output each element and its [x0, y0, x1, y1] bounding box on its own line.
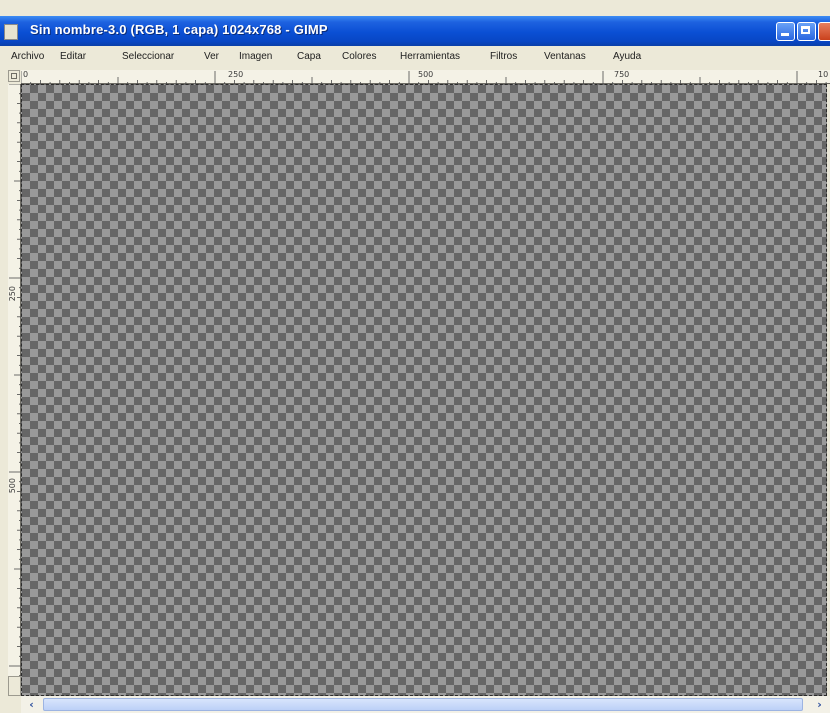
- h-ruler-label: 750: [614, 70, 630, 79]
- navigate-icon[interactable]: [8, 676, 21, 696]
- scrollbar-thumb[interactable]: [43, 698, 803, 711]
- menu-bar: Archivo Editar Seleccionar Ver Imagen Ca…: [0, 46, 830, 68]
- window-title: Sin nombre-3.0 (RGB, 1 capa) 1024x768 - …: [30, 22, 328, 37]
- h-ruler-label: 10: [818, 70, 829, 79]
- scroll-left-icon[interactable]: ‹: [23, 697, 40, 712]
- menu-ayuda[interactable]: Ayuda: [613, 51, 641, 62]
- image-canvas[interactable]: [21, 84, 827, 696]
- vertical-ruler-ticks: [9, 84, 21, 696]
- menu-editar[interactable]: Editar: [60, 51, 86, 62]
- v-ruler-label: 500: [8, 478, 17, 494]
- minimize-icon[interactable]: [776, 22, 795, 41]
- scroll-right-icon[interactable]: ›: [811, 697, 828, 712]
- menu-ver[interactable]: Ver: [204, 51, 219, 62]
- quick-mask-icon[interactable]: [8, 70, 20, 82]
- gimp-app-icon[interactable]: [4, 24, 18, 40]
- menu-colores[interactable]: Colores: [342, 51, 376, 62]
- horizontal-ruler[interactable]: 0 250 500 750 10: [21, 70, 830, 84]
- vertical-ruler[interactable]: 250 500: [8, 84, 21, 696]
- menu-imagen[interactable]: Imagen: [239, 51, 272, 62]
- menu-filtros[interactable]: Filtros: [490, 51, 517, 62]
- h-ruler-label: 0: [23, 70, 29, 79]
- horizontal-scrollbar[interactable]: ‹ ›: [21, 696, 830, 713]
- h-ruler-label: 250: [228, 70, 244, 79]
- menu-capa[interactable]: Capa: [297, 51, 321, 62]
- menu-ventanas[interactable]: Ventanas: [544, 51, 586, 62]
- title-bar[interactable]: Sin nombre-3.0 (RGB, 1 capa) 1024x768 - …: [0, 16, 830, 46]
- menu-herramientas[interactable]: Herramientas: [400, 51, 460, 62]
- maximize-icon[interactable]: [797, 22, 816, 41]
- menu-seleccionar[interactable]: Seleccionar: [122, 51, 174, 62]
- v-ruler-label: 250: [8, 286, 17, 302]
- close-icon[interactable]: [818, 22, 830, 41]
- window-left-border: [0, 84, 8, 696]
- gimp-image-window: Sin nombre-3.0 (RGB, 1 capa) 1024x768 - …: [0, 0, 830, 713]
- h-ruler-label: 500: [418, 70, 434, 79]
- menu-archivo[interactable]: Archivo: [11, 51, 44, 62]
